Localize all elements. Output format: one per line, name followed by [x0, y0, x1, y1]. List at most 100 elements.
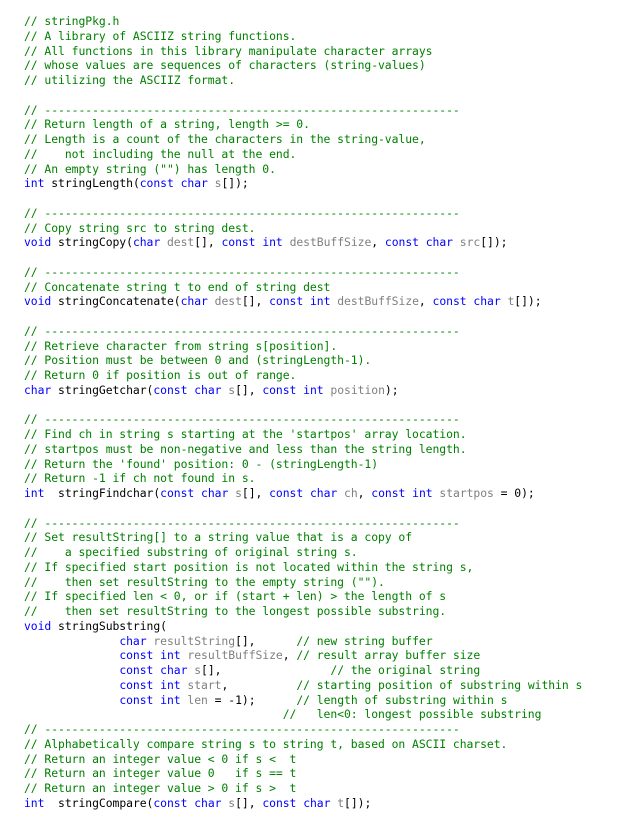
identifier-token: []); — [514, 294, 542, 309]
keyword-token: char — [201, 486, 229, 500]
code-line: // not including the null at the end. — [24, 147, 582, 162]
parameter-token: start — [187, 677, 222, 692]
keyword-token: const — [119, 692, 154, 707]
code-line: // An empty string ("") has length 0. — [24, 162, 582, 177]
parameter-token: s — [235, 486, 242, 500]
parameter-token: resultBuffSize — [187, 648, 283, 663]
comment-token: // utilizing the ASCIIZ format. — [24, 73, 236, 87]
keyword-token: const — [139, 176, 174, 191]
comment-token: // Return an integer value > 0 if s > t — [24, 781, 297, 795]
identifier-token: stringCopy( — [51, 235, 133, 250]
comment-token: // Return 0 if position is out of range. — [24, 368, 297, 382]
keyword-token: void — [24, 618, 52, 633]
keyword-token: void — [24, 294, 52, 309]
keyword-token: const — [153, 382, 188, 397]
keyword-token: const — [119, 677, 154, 692]
code-line: // Retrieve character from string s[posi… — [24, 339, 582, 354]
keyword-token: const — [269, 486, 304, 500]
code-line: // -------------------------------------… — [24, 722, 582, 737]
keyword-token: const — [262, 382, 297, 397]
comment-token: // Return an integer value 0 if s == t — [24, 766, 297, 781]
identifier-token: [], — [235, 633, 297, 648]
code-line: // Concatenate string t to end of string… — [24, 280, 582, 295]
comment-token: // An empty string ("") has length 0. — [24, 161, 276, 176]
comment-token: // Copy string src to string dest. — [24, 220, 256, 235]
identifier-token — [24, 678, 119, 692]
code-line: char resultString[], // new string buffe… — [24, 634, 582, 649]
keyword-token: int — [160, 648, 181, 663]
identifier-token: , — [282, 648, 297, 663]
keyword-token: const — [160, 486, 195, 500]
identifier-token: ); — [384, 382, 399, 397]
keyword-token: char — [303, 795, 331, 810]
code-line: // then set resultString to the longest … — [24, 604, 582, 619]
keyword-token: char — [160, 663, 188, 677]
parameter-token: position — [330, 382, 385, 397]
comment-token: // Retrieve character from string s[posi… — [24, 338, 338, 353]
identifier-token — [160, 235, 167, 249]
parameter-token: resultString — [153, 633, 236, 648]
comment-token: // Return -1 if ch not found in s. — [24, 471, 256, 486]
comment-token: // Return length of a string, length >= … — [24, 117, 310, 132]
parameter-token: dest — [166, 235, 195, 250]
code-line: // Set resultString[] to a string value … — [24, 530, 582, 545]
identifier-token: = 0); — [493, 486, 535, 500]
code-line: // then set resultString to the empty st… — [24, 575, 582, 590]
identifier-token: stringSubstring( — [51, 618, 167, 633]
comment-token: // Length is a count of the characters i… — [24, 132, 426, 146]
keyword-token: const — [384, 235, 419, 250]
keyword-token: char — [194, 795, 222, 810]
keyword-token: const — [119, 648, 154, 663]
identifier-token: [], — [194, 235, 222, 250]
comment-token: // a specified substring of original str… — [24, 545, 358, 559]
code-line: // Return an integer value > 0 if s > t — [24, 781, 582, 796]
comment-token: // startpos must be non-negative and les… — [24, 441, 467, 456]
comment-token: // not including the null at the end. — [24, 146, 297, 161]
parameter-token: destBuffSize — [289, 235, 372, 250]
code-line: // A library of ASCIIZ string functions. — [24, 29, 582, 44]
identifier-token: , — [357, 486, 372, 500]
keyword-token: const — [371, 486, 406, 500]
comment-token: // Position must be between 0 and (strin… — [24, 353, 372, 368]
comment-token: // If specified start position is not lo… — [24, 559, 474, 574]
comment-token: // new string buffer — [296, 633, 433, 648]
code-editor[interactable]: // stringPkg.h// A library of ASCIIZ str… — [24, 14, 582, 811]
identifier-token — [208, 294, 215, 308]
identifier-token — [24, 663, 119, 677]
identifier-token: [], — [201, 663, 331, 677]
parameter-token: startpos — [439, 486, 494, 500]
identifier-token: = -1); — [207, 692, 297, 707]
comment-token: // -------------------------------------… — [24, 515, 460, 530]
identifier-token — [174, 176, 181, 190]
identifier-token — [24, 693, 119, 707]
code-line: // Return 0 if position is out of range. — [24, 368, 582, 383]
keyword-token: int — [303, 382, 324, 397]
code-line: void stringConcatenate(char dest[], cons… — [24, 294, 582, 309]
identifier-token: stringConcatenate( — [51, 294, 181, 309]
code-line: // startpos must be non-negative and les… — [24, 442, 582, 457]
parameter-token: ch — [344, 486, 358, 500]
code-line: // -------------------------------------… — [24, 265, 582, 280]
keyword-token: char — [309, 486, 338, 500]
code-line: // Find ch in string s starting at the '… — [24, 427, 582, 442]
keyword-token: const — [153, 795, 188, 810]
comment-token: // then set resultString to the longest … — [24, 604, 447, 618]
keyword-token: char — [119, 633, 147, 648]
comment-token: // stringPkg.h — [24, 14, 120, 28]
identifier-token: , — [371, 235, 385, 250]
comment-token: // then set resultString to the empty st… — [24, 574, 385, 589]
comment-token: // Alphabetically compare string s to st… — [24, 736, 508, 751]
code-line: char stringGetchar(const char s[], const… — [24, 383, 582, 398]
comment-token: // starting position of substring within… — [296, 677, 583, 692]
comment-token: // -------------------------------------… — [24, 264, 460, 279]
identifier-token: []); — [221, 176, 249, 191]
keyword-token: int — [309, 294, 331, 309]
code-line: // Alphabetically compare string s to st… — [24, 737, 582, 752]
keyword-token: int — [412, 486, 433, 500]
comment-token: // -------------------------------------… — [24, 722, 460, 736]
code-line: // Return -1 if ch not found in s. — [24, 471, 582, 486]
